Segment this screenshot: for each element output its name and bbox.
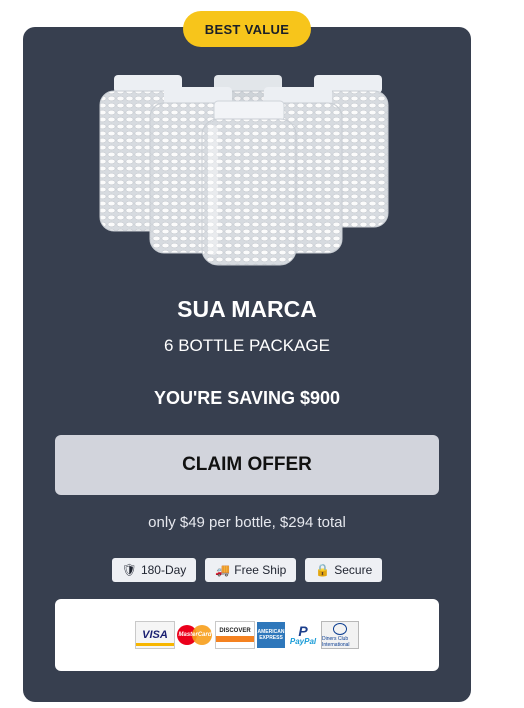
best-value-badge: BEST VALUE (183, 11, 311, 47)
paypal-icon: P PayPal (289, 622, 317, 646)
trust-label: 180-Day (140, 563, 187, 577)
shield-icon: 🛡 (121, 563, 137, 577)
diners-club-icon: Diners Club International (321, 621, 359, 649)
trust-badges: 🛡 180-Day 🚚 Free Ship 🔒 Secure (23, 558, 471, 582)
visa-icon: VISA (135, 621, 175, 649)
brand-name: SUA MARCA (177, 296, 317, 322)
trust-badge-shipping: 🚚 Free Ship (205, 558, 297, 582)
package-label: 6 BOTTLE PACKAGE (164, 336, 330, 355)
amex-icon: AMERICAN EXPRESS (257, 622, 285, 648)
offer-card: SUA MARCA 6 BOTTLE PACKAGE YOU'RE SAVING… (23, 27, 471, 702)
trust-label: Secure (334, 563, 373, 577)
mastercard-icon: MasterCard (177, 622, 213, 648)
discover-icon: DISCOVER (215, 621, 255, 649)
payment-methods: VISA MasterCard DISCOVER AMERICAN EXPRES… (55, 599, 439, 671)
truck-icon: 🚚 (215, 563, 231, 577)
claim-offer-button[interactable]: CLAIM OFFER (55, 435, 439, 495)
savings-text: YOU'RE SAVING $900 (153, 388, 340, 408)
lock-icon: 🔒 (315, 563, 331, 577)
product-bottles-image (99, 75, 389, 266)
header-text-fragment (250, 0, 450, 6)
price-note: only $49 per bottle, $294 total (148, 514, 346, 531)
trust-badge-secure: 🔒 Secure (305, 558, 383, 582)
trust-badge-guarantee: 🛡 180-Day (111, 558, 197, 582)
trust-label: Free Ship (234, 563, 287, 577)
